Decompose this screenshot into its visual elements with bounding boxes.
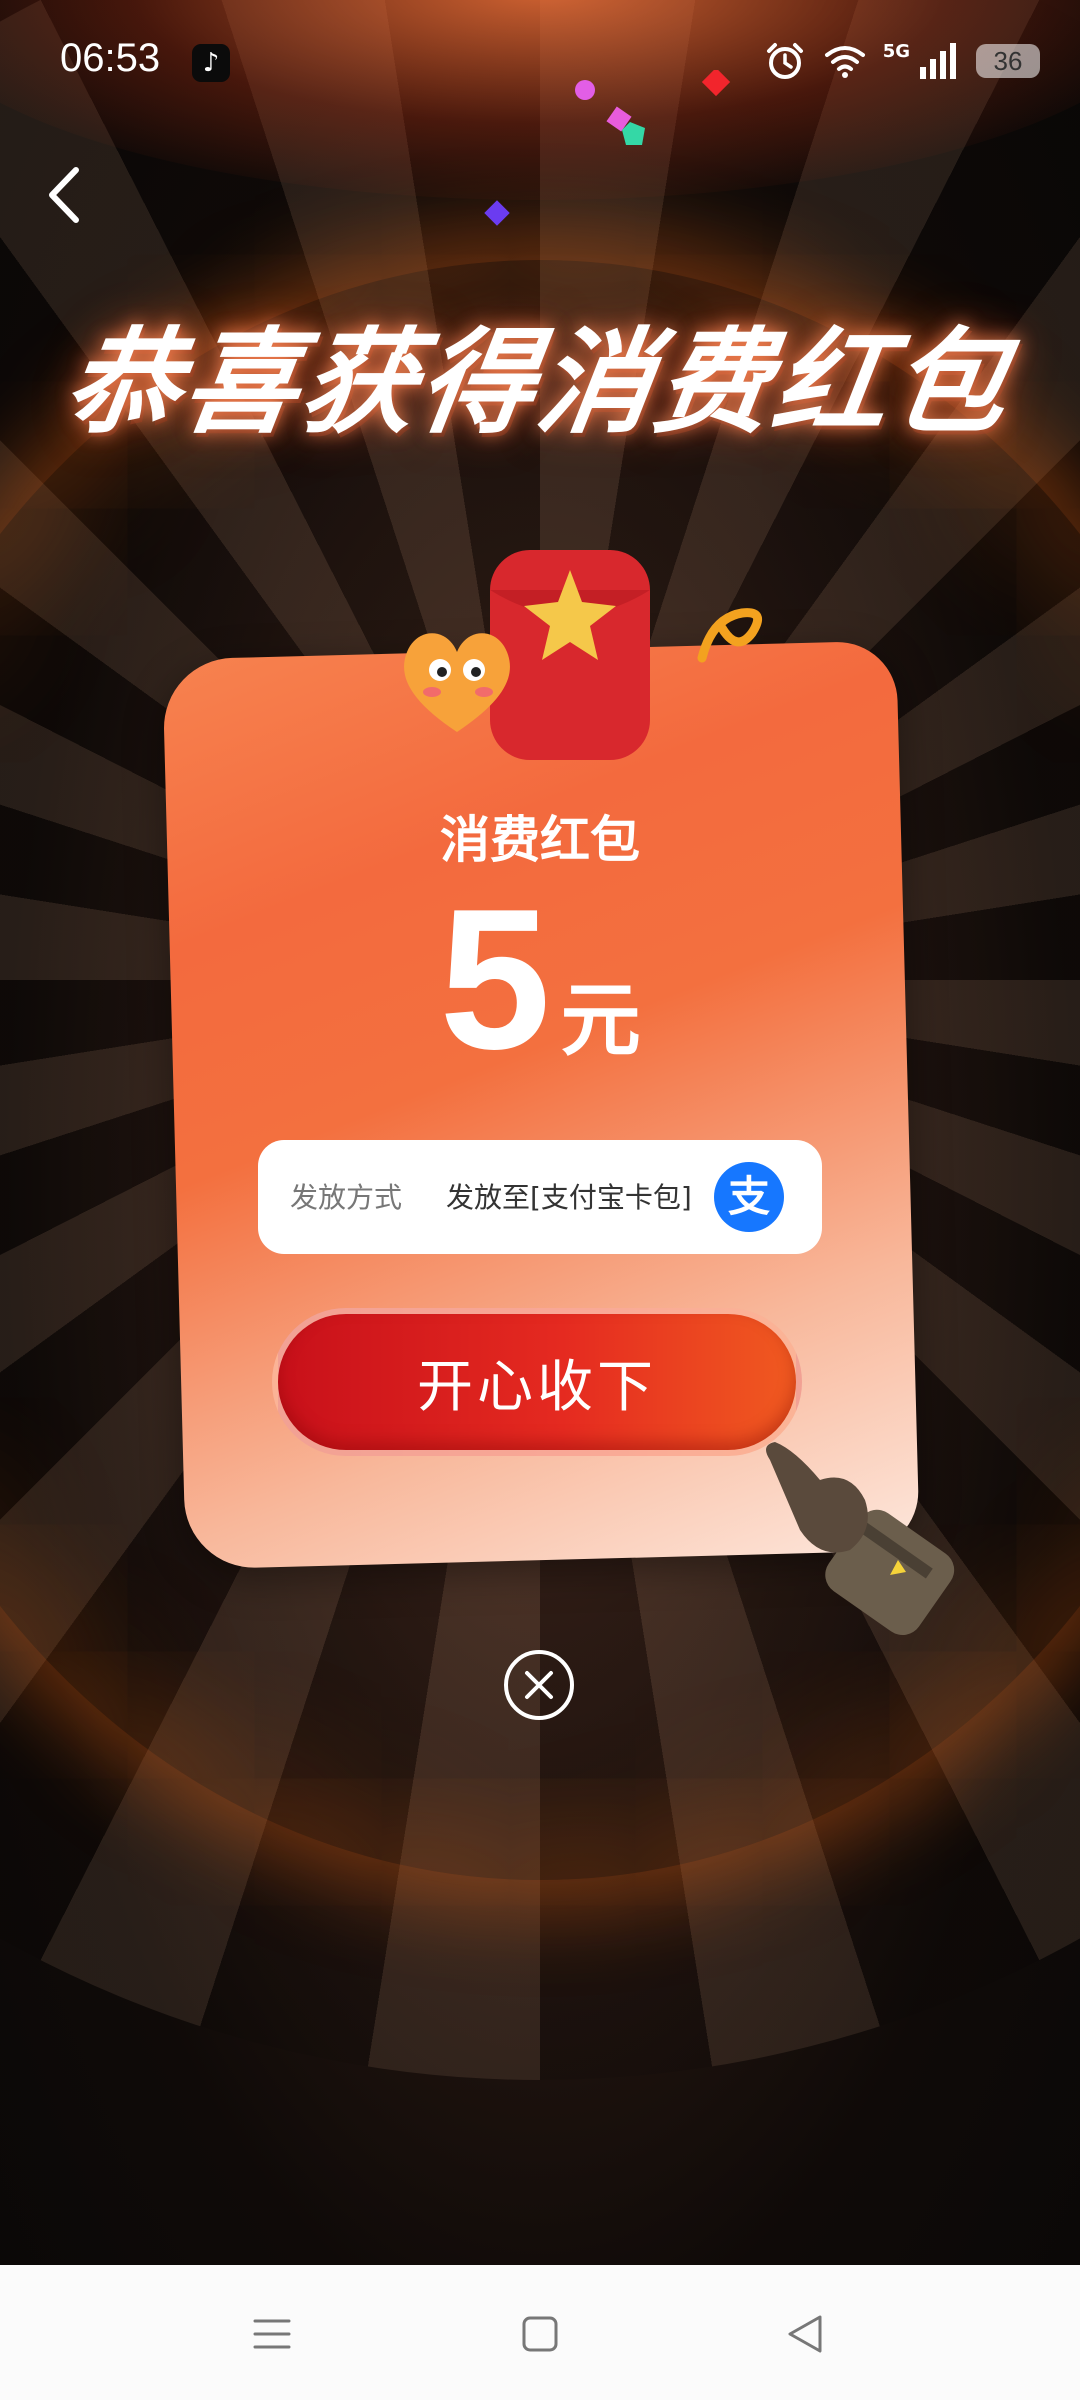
status-bar: 06:53 ♪ 5G 36 [0,0,1080,120]
amount-value: 5 [439,868,551,1091]
accept-button[interactable]: 开心收下 [272,1308,802,1456]
signal-icon [920,43,956,79]
heart-mascot-icon [404,633,510,732]
battery-icon: 36 [976,44,1040,78]
navigation-bar [0,2265,1080,2400]
amount: 5元 [0,880,1080,1080]
status-icons: 5G 36 [763,36,1040,86]
pointing-hand-icon [766,1442,955,1636]
back-button[interactable] [36,160,96,230]
network-type: 5G [882,40,910,62]
amount-unit: 元 [560,974,641,1067]
delivery-info: 发放方式 发放至[支付宝卡包] 支 [258,1140,822,1254]
page-title: 恭喜获得消费红包 [57,316,1020,449]
card-title: 消费红包 [440,811,640,869]
wifi-icon [824,46,865,78]
menu-icon[interactable] [247,2309,297,2359]
alarm-icon [766,43,803,79]
close-button[interactable] [504,1650,574,1720]
close-icon [525,1671,553,1699]
status-time: 06:53 [60,36,161,80]
tiktok-icon: ♪ [192,44,230,82]
ribbon-icon [697,608,763,663]
alipay-icon: 支 [714,1162,784,1232]
home-icon[interactable] [515,2309,565,2359]
delivery-label: 发放方式 [290,1181,403,1214]
delivery-value: 发放至[支付宝卡包] [446,1181,692,1214]
back-icon[interactable] [780,2309,830,2359]
